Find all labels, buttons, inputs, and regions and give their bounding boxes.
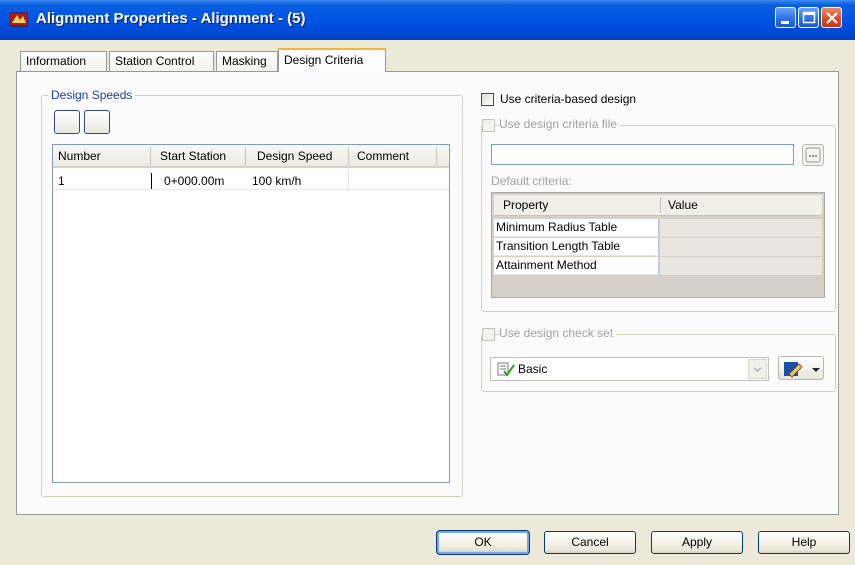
criteria-property-name: Minimum Radius Table (494, 219, 659, 237)
tab-information[interactable]: Information (20, 51, 107, 71)
cancel-button[interactable]: Cancel (544, 531, 636, 554)
check-set-icon (497, 362, 515, 377)
ok-button[interactable]: OK (436, 530, 530, 555)
table-header: Number Start Station Design Speed Commen… (53, 145, 449, 168)
dropdown-arrow-icon[interactable] (748, 359, 767, 379)
close-button[interactable] (821, 7, 842, 28)
use-design-check-set-checkbox[interactable] (482, 328, 495, 341)
check-set-value: Basic (518, 362, 548, 376)
design-speeds-table: Number Start Station Design Speed Commen… (52, 144, 450, 483)
cell-design-speed[interactable]: 100 km/h (252, 174, 301, 188)
criteria-row[interactable]: Transition Length Table (494, 238, 822, 256)
tab-station-control[interactable]: Station Control (109, 51, 214, 71)
close-icon (826, 12, 838, 24)
cell-start-station[interactable]: 0+000.00m (164, 174, 224, 188)
criteria-table-header: Property Value (494, 195, 822, 216)
edit-icon (784, 362, 803, 378)
maximize-button[interactable] (798, 7, 819, 28)
criteria-property-name: Transition Length Table (494, 238, 659, 256)
edit-check-set-button[interactable] (778, 356, 824, 380)
browse-file-button[interactable] (802, 144, 824, 166)
check-set-select[interactable]: Basic (490, 357, 769, 381)
criteria-property-value[interactable] (659, 257, 822, 275)
column-comment[interactable]: Comment (357, 149, 409, 163)
ellipsis-icon (805, 147, 821, 163)
criteria-row[interactable]: Minimum Radius Table (494, 219, 822, 237)
default-criteria-table: Property Value Minimum Radius Table Tran… (491, 192, 825, 298)
minimize-button[interactable] (775, 7, 796, 28)
design-speeds-title: Design Speeds (48, 88, 136, 102)
dialog-window: Alignment Properties - Alignment - (5) I… (0, 0, 855, 565)
help-button[interactable]: Help (758, 531, 850, 554)
apply-button[interactable]: Apply (651, 531, 743, 554)
column-property: Property (503, 198, 549, 212)
app-icon (10, 12, 28, 27)
use-criteria-based-design-label[interactable]: Use criteria-based design (500, 92, 636, 106)
criteria-file-path-input[interactable] (491, 144, 794, 165)
use-design-criteria-file-checkbox[interactable] (482, 119, 495, 132)
criteria-property-value[interactable] (659, 238, 822, 256)
column-value: Value (668, 198, 698, 212)
use-criteria-based-design-checkbox[interactable] (481, 93, 494, 106)
default-criteria-label: Default criteria: (491, 174, 572, 188)
use-design-check-set-label: Use design check set (499, 326, 617, 340)
use-design-criteria-file-label: Use design criteria file (499, 117, 621, 131)
column-number[interactable]: Number (58, 149, 101, 163)
column-design-speed[interactable]: Design Speed (257, 149, 332, 163)
add-speed-button[interactable] (54, 110, 80, 134)
delete-speed-button[interactable] (84, 110, 110, 134)
column-start-station[interactable]: Start Station (160, 149, 226, 163)
criteria-row[interactable]: Attainment Method (494, 257, 822, 275)
tab-design-criteria[interactable]: Design Criteria (278, 48, 386, 72)
minimize-icon (781, 21, 789, 24)
cell-number: 1 (58, 174, 65, 188)
maximize-icon (802, 11, 816, 24)
title-bar[interactable]: Alignment Properties - Alignment - (5) (0, 0, 855, 40)
dropdown-arrow-icon (812, 368, 820, 372)
criteria-property-value[interactable] (659, 219, 822, 237)
window-title: Alignment Properties - Alignment - (5) (36, 10, 306, 27)
criteria-property-name: Attainment Method (494, 257, 659, 275)
tab-masking[interactable]: Masking (216, 51, 278, 71)
